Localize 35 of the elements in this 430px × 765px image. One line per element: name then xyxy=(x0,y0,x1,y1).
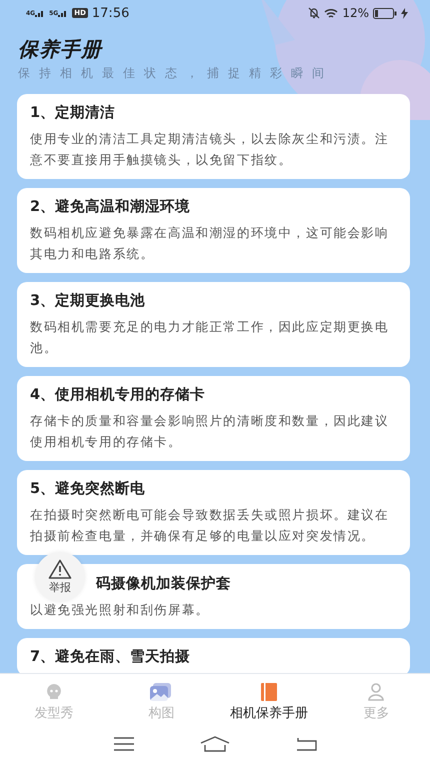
tab[interactable]: 更多 xyxy=(322,674,430,729)
tip-title: 3、定期更换电池 xyxy=(30,292,146,311)
tip-text: 使用专业的清洁工具定期清洁镜头，以去除灰尘和污渍。注意不要直接用手触摸镜头，以免留下指纹。 xyxy=(30,130,390,169)
home-icon[interactable] xyxy=(200,736,230,752)
signal-icon xyxy=(35,10,46,16)
person-icon xyxy=(366,682,386,702)
tab[interactable]: 发型秀 xyxy=(0,674,108,729)
book-icon xyxy=(258,682,279,702)
tip-title: 5、避免突然断电 xyxy=(30,480,146,499)
page-subtitle: 保持相机最佳状态，捕捉精彩瞬间 xyxy=(18,65,334,82)
battery-icon xyxy=(373,8,397,18)
tab[interactable]: 相机保养手册 xyxy=(215,674,322,729)
menu-icon[interactable] xyxy=(112,737,135,751)
tip-title: 7、避免在雨、雪天拍摄 xyxy=(30,648,192,667)
back-icon[interactable] xyxy=(295,737,318,751)
tip-text: 数码相机应避免暴露在高温和潮湿的环境中，这可能会影响其电力和电路系统。 xyxy=(30,224,390,263)
clock-time: 17:56 xyxy=(92,6,130,20)
tip-title: 1、定期清洁 xyxy=(30,104,116,123)
tip-title: 码摄像机加装保护套 xyxy=(96,574,231,594)
tip-text: 存储卡的质量和容量会影响照片的清晰度和数量，因此建议使用相机专用的存储卡。 xyxy=(30,412,390,451)
signal-icon xyxy=(58,10,68,16)
battery-percent: 12% xyxy=(342,6,369,20)
photo-icon xyxy=(149,682,174,702)
wifi-icon xyxy=(324,8,338,18)
report-button[interactable]: 举报 xyxy=(35,552,85,602)
charging-icon xyxy=(401,8,408,18)
warning-icon xyxy=(48,559,72,579)
tip-text: 数码相机需要充足的电力才能正常工作，因此应定期更换电池。 xyxy=(30,318,390,357)
tab[interactable]: 构图 xyxy=(108,674,215,729)
tip-text: 在拍摄时突然断电可能会导致数据丢失或照片损坏。建议在拍摄前检查电量，并确保有足够的电量以应对突发情况。 xyxy=(30,506,390,545)
page-title: 保养手册 xyxy=(18,36,104,63)
bell-off-icon xyxy=(308,7,320,19)
tip-title: 2、避免高温和潮湿环境 xyxy=(30,197,192,217)
tip-title: 4、使用相机专用的存储卡 xyxy=(30,386,206,405)
tip-text: 以避免强光照射和刮伤屏幕。 xyxy=(30,601,210,619)
